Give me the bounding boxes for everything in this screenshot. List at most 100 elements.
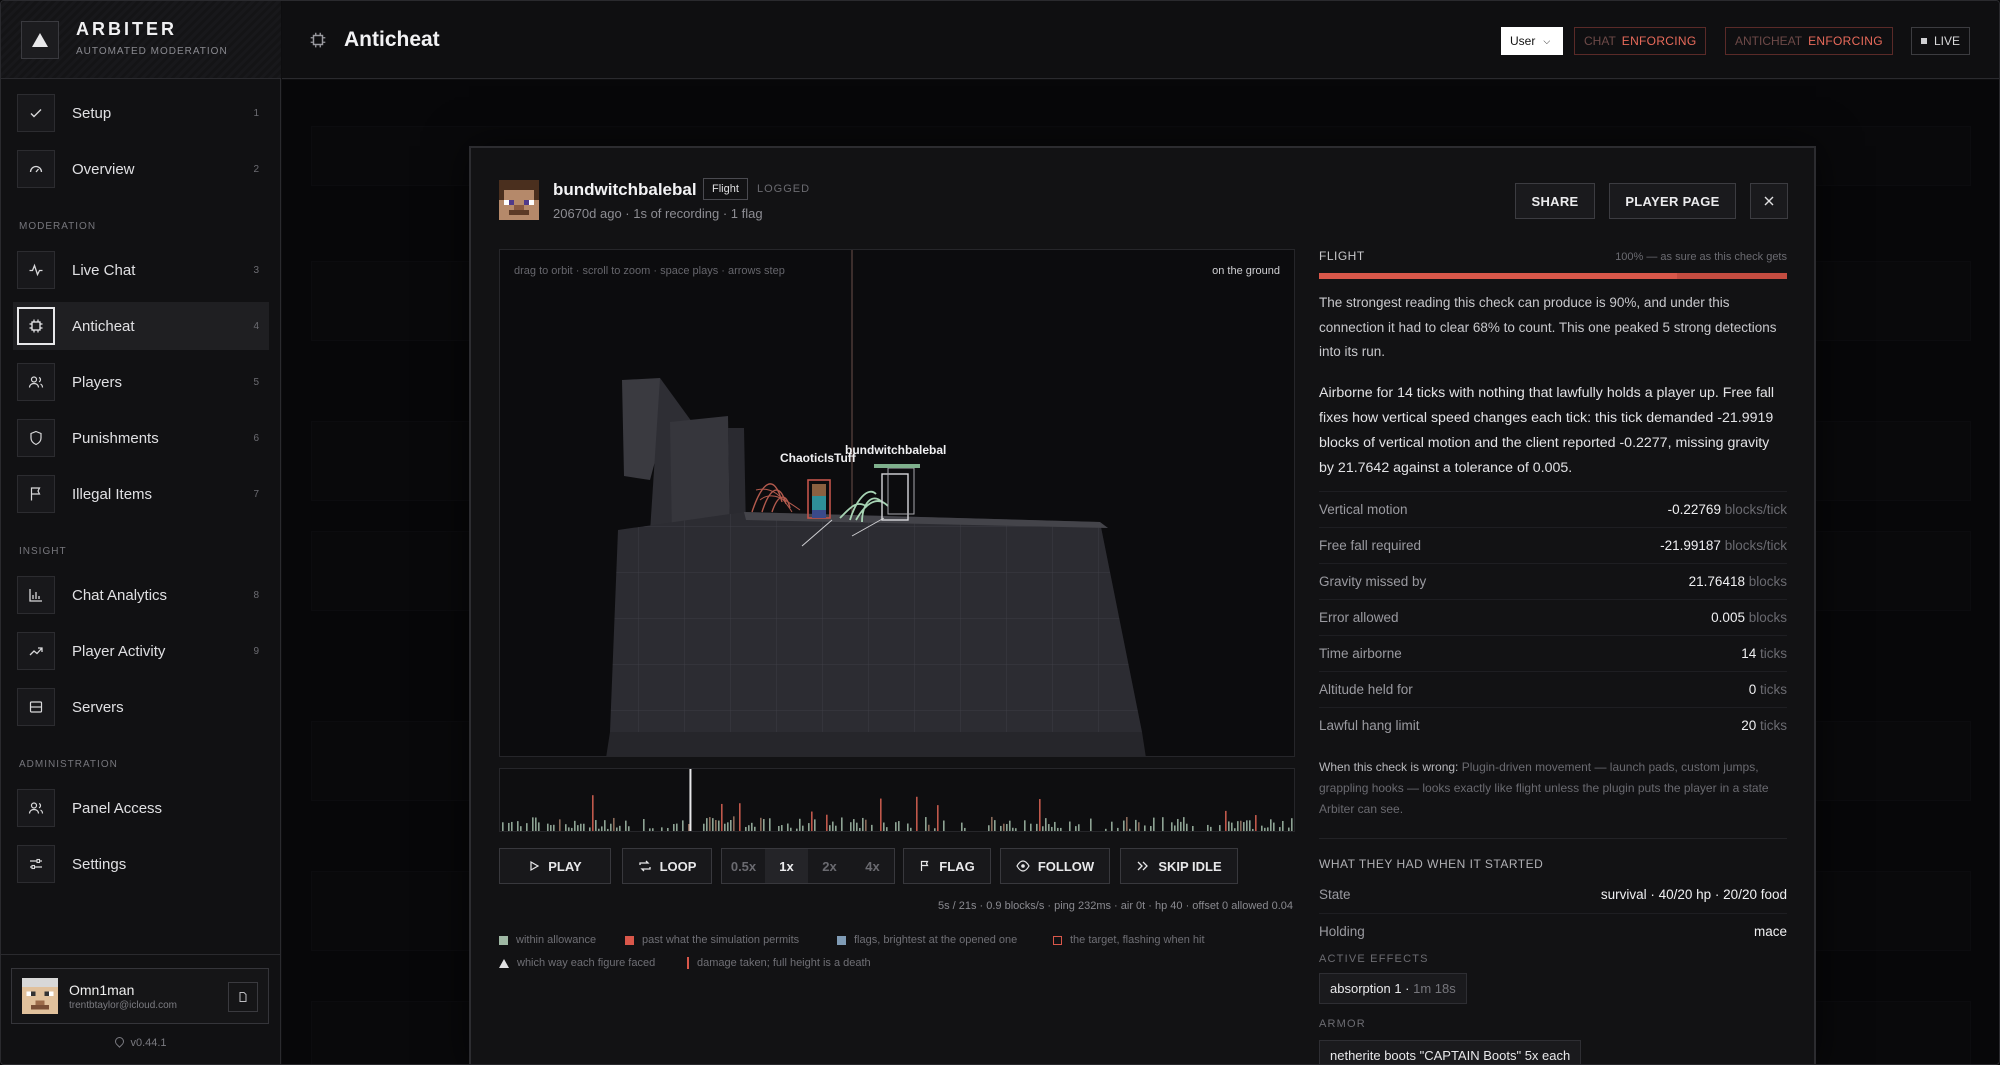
timeline-bar [910,827,912,831]
replay-timeline[interactable] [499,768,1295,832]
timeline-bar [706,818,708,831]
timeline-bar [1138,822,1140,831]
sidebar-item-anticheat[interactable]: Anticheat 4 [13,302,269,350]
avatar [22,978,58,1014]
player-page-button[interactable]: PLAYER PAGE [1609,183,1736,219]
timeline-bar [1042,826,1044,831]
timeline-bar [580,823,582,831]
timeline-bar [880,798,882,831]
timeline-bar [1186,823,1188,831]
sidebar-item-setup[interactable]: Setup 1 [13,89,269,137]
timeline-bar [517,821,519,831]
chat-status-value: ENFORCING [1621,34,1697,48]
speed-option[interactable]: 2x [808,849,851,883]
timeline-bar [718,820,720,831]
timeline-bar [1057,827,1059,831]
false-positive-note: When this check is wrong: Plugin-driven … [1319,757,1787,820]
sidebar-item-illegal-items[interactable]: Illegal Items 7 [13,470,269,518]
metric-value: -21.99187 [1660,537,1721,553]
timeline-bar [883,822,885,831]
sidebar-item-overview[interactable]: Overview 2 [13,145,269,193]
timeline-playhead[interactable] [689,769,692,832]
timeline-bar [1207,824,1209,831]
timeline-bar [829,825,831,831]
timeline-bar [1240,820,1242,831]
sidebar-item-players[interactable]: Players 5 [13,358,269,406]
metric-unit: blocks/tick [1724,501,1787,517]
logged-status: LOGGED [757,183,811,195]
user-card[interactable]: Omn1man trentbtaylor@icloud.com [11,968,269,1024]
timeline-bar [733,816,735,831]
timeline-bar [961,822,963,831]
timeline-bar [1279,827,1281,831]
speed-option[interactable]: 0.5x [722,849,765,883]
timeline-bar [832,821,834,831]
close-button[interactable] [1750,183,1788,219]
timeline-bar [1225,810,1227,831]
timeline-bar [994,820,996,831]
chip-icon [309,31,327,54]
timeline-bar [865,819,867,831]
sidebar-item-label: Player Activity [72,642,166,660]
holding-row: Holding mace [1319,912,1787,949]
check-details-panel: FLIGHT 100% — as sure as this check gets… [1319,249,1787,1064]
sidebar-item-chat-analytics[interactable]: Chat Analytics 8 [13,571,269,619]
skip-idle-label: SKIP IDLE [1158,858,1222,874]
timeline-bar [508,822,510,831]
timeline-bar [502,822,504,831]
timeline-bar [1246,820,1248,831]
live-indicator[interactable]: LIVE [1911,27,1971,55]
speed-option[interactable]: 4x [851,849,894,883]
sidebar-item-player-activity[interactable]: Player Activity 9 [13,627,269,675]
topbar: Anticheat User ⌵ CHAT ENFORCING ANTICHEAT E… [282,1,1999,79]
skip-idle-button[interactable]: SKIP IDLE [1120,848,1238,884]
anticheat-status-badge[interactable]: ANTICHEAT ENFORCING [1725,27,1893,55]
shortcut-number: 4 [253,320,259,332]
timeline-bar [709,817,711,831]
role-select[interactable]: User ⌵ [1501,27,1563,55]
sidebar-item-panel-access[interactable]: Panel Access [13,784,269,832]
legend-facing: which way each figure faced [499,957,655,969]
timeline-bar [520,826,522,831]
timeline-bar [1288,827,1290,831]
sidebar-item-live-chat[interactable]: Live Chat 3 [13,246,269,294]
play-button[interactable]: PLAY [499,848,611,884]
timeline-bar [532,817,534,831]
timeline-bar [553,824,555,831]
sidebar-item-servers[interactable]: Servers [13,683,269,731]
sidebar-item-settings[interactable]: Settings [13,840,269,888]
timeline-bar [781,825,783,831]
pulse-icon [17,251,55,289]
effect-chip: absorption 1 · 1m 18s [1319,972,1467,1004]
timeline-bar [808,823,810,831]
timeline-bar [760,817,762,831]
timeline-bar [565,824,567,831]
follow-button[interactable]: FOLLOW [1000,848,1110,884]
shortcut-number: 7 [253,488,259,500]
sidebar-item-label: Setup [72,104,112,122]
logout-icon[interactable] [228,982,258,1012]
timeline-bar [1174,825,1176,831]
timeline-bar [1090,818,1092,831]
loop-button[interactable]: LOOP [622,848,712,884]
metric-row: Lawful hang limit 20 ticks [1319,706,1787,743]
timeline-bar [619,825,621,831]
timeline-bar [769,818,771,831]
flag-button[interactable]: FLAG [903,848,991,884]
sidebar-item-punishments[interactable]: Punishments 6 [13,414,269,462]
swatch [499,935,508,945]
speed-option-selected[interactable]: 1x [765,849,808,883]
timeline-bar [745,826,747,831]
metric-value: 21.76418 [1688,573,1745,589]
timeline-bar [1180,821,1182,831]
share-button[interactable]: SHARE [1515,183,1595,219]
timeline-bar [1270,819,1272,831]
chat-status-badge[interactable]: CHAT ENFORCING [1574,27,1707,55]
player-name[interactable]: bundwitchbalebal [553,180,697,200]
bar-chart-icon [17,576,55,614]
timeline-bar [1129,828,1131,831]
confidence-text: 100% — as sure as this check gets [1615,251,1787,263]
timeline-bar [1228,821,1230,831]
sidebar-item-label: Panel Access [72,799,163,817]
replay-viewport[interactable]: ChaoticIsTuff bundwitchbalebal drag to o… [499,249,1295,757]
